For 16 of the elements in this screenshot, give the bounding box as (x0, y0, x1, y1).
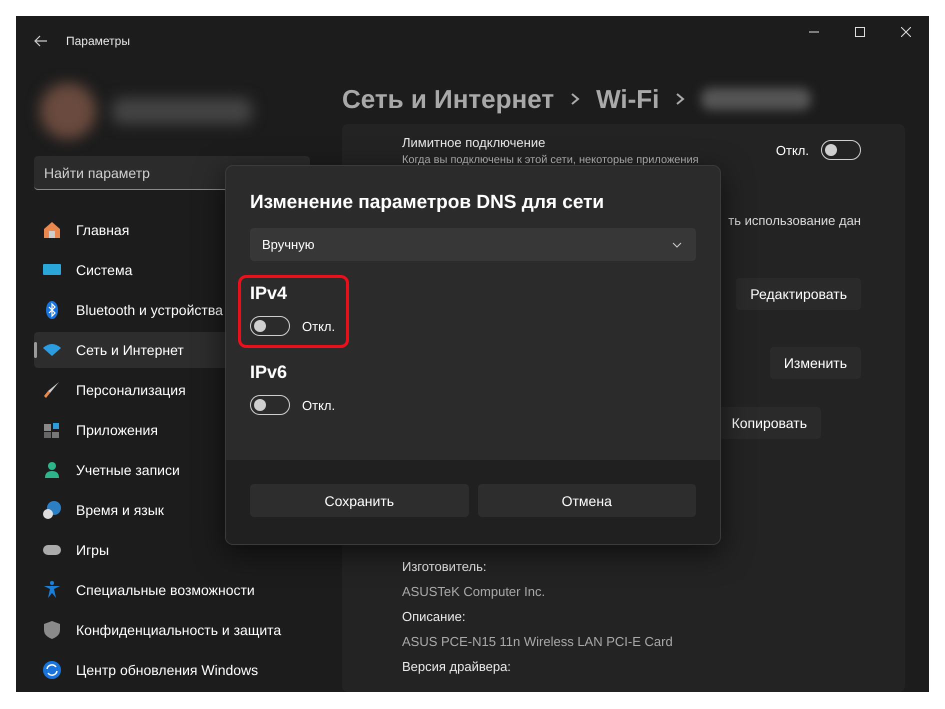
window-title: Параметры (66, 34, 130, 48)
toggle-state-label: Откл. (776, 142, 809, 158)
toggle-state-label: Откл. (302, 318, 336, 334)
setting-title: Лимитное подключение (402, 134, 546, 150)
section-title: IPv4 (250, 283, 288, 304)
toggle-state-label: Откл. (302, 398, 336, 412)
breadcrumb-item: Сеть и Интернет (342, 84, 554, 114)
property-value: ASUSTeK Computer Inc. (402, 583, 546, 601)
property-value: ASUS PCE-N15 11n Wireless LAN PCI-E Card (402, 633, 674, 651)
property-label: Описание: (402, 608, 466, 626)
setting-description: Когда вы подключены к этой сети, некоторые приложения (402, 154, 700, 166)
property-label: Изготовитель: (402, 558, 488, 576)
setting-description: ть использование дан (728, 212, 861, 228)
breadcrumb-item: Wi-Fi (596, 84, 660, 114)
dialog-title: Изменение параметров DNS для сети (250, 192, 606, 214)
property-label: Версия драйвера: (402, 658, 512, 676)
